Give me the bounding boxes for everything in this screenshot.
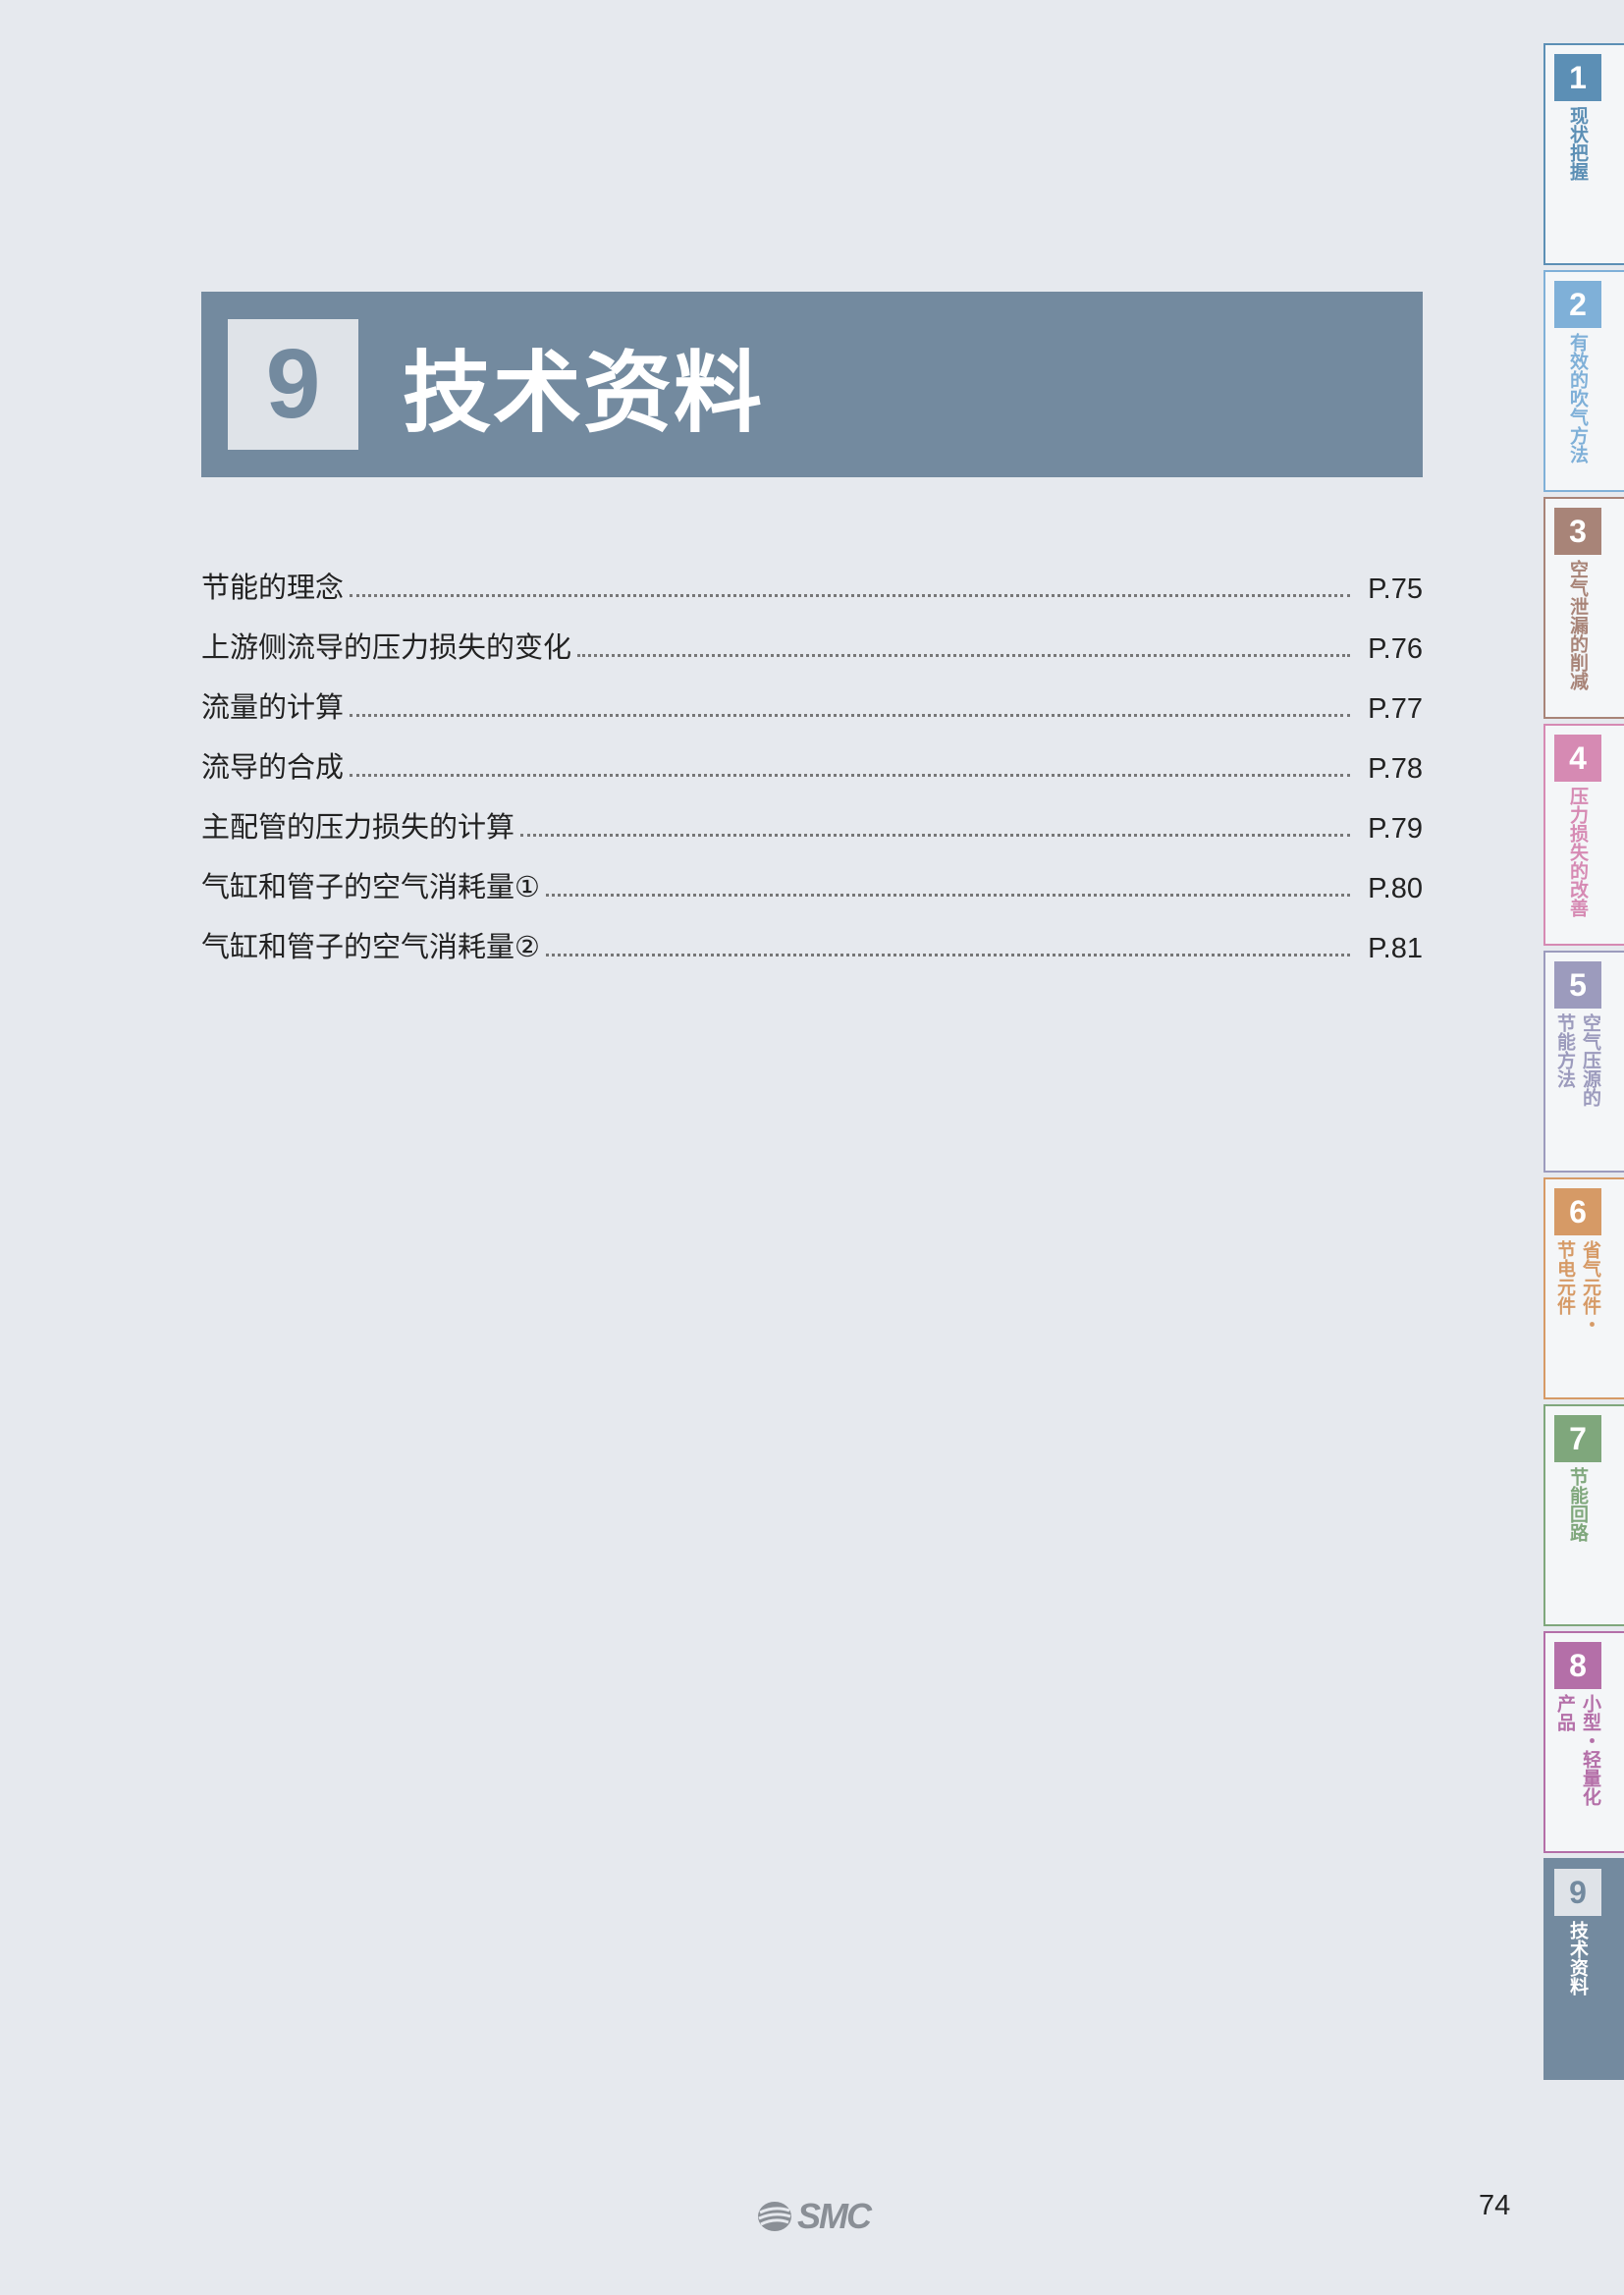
table-of-contents: 节能的理念 P.75 上游侧流导的压力损失的变化 P.76 流量的计算 P.77 流导的合成… <box>201 546 1423 965</box>
side-tab-label-column: 节电元件 <box>1554 1240 1576 1315</box>
side-tab-label-column: 产品 <box>1554 1694 1576 1731</box>
toc-entry-page: P.76 <box>1368 633 1423 665</box>
side-tab-6[interactable]: 6 省气元件・ 节电元件 <box>1543 1177 1624 1399</box>
side-tab-number: 6 <box>1554 1188 1601 1235</box>
toc-entry[interactable]: 流导的合成 P.78 <box>201 726 1423 786</box>
side-tab-7[interactable]: 7 节能回路 <box>1543 1404 1624 1626</box>
side-tab-2[interactable]: 2 有效的吹气方法 <box>1543 270 1624 492</box>
side-tab-label-column: 节能方法 <box>1554 1013 1576 1088</box>
toc-entry-label: 主配管的压力损失的计算 <box>201 810 515 844</box>
side-tab-label-column: 小型・轻量化 <box>1580 1694 1601 1806</box>
toc-entry-label: 流量的计算 <box>201 690 345 724</box>
toc-dot-leader <box>546 954 1351 956</box>
side-tab-4[interactable]: 4 压力损失的改善 <box>1543 724 1624 946</box>
logo-text: SMC <box>797 2196 872 2236</box>
side-tab-label-column: 节能回路 <box>1567 1467 1589 1542</box>
toc-entry-page: P.75 <box>1368 574 1423 605</box>
side-tab-label: 有效的吹气方法 <box>1545 333 1610 464</box>
smc-logo-icon <box>758 2202 791 2231</box>
side-tab-3[interactable]: 3 空气泄漏的削减 <box>1543 497 1624 719</box>
side-tab-label: 节能回路 <box>1545 1467 1610 1542</box>
smc-logo: SMC <box>756 2196 872 2237</box>
toc-entry-page: P.77 <box>1368 693 1423 725</box>
side-tab-label: 空气泄漏的削减 <box>1545 560 1610 690</box>
toc-dot-leader <box>577 654 1351 657</box>
chapter-title: 技术资料 <box>403 341 764 445</box>
toc-dot-leader <box>520 834 1351 837</box>
side-tab-label-column: 空气泄漏的削减 <box>1567 560 1589 690</box>
side-tab-label: 省气元件・ 节电元件 <box>1545 1240 1610 1334</box>
chapter-number: 9 <box>228 319 358 450</box>
toc-entry-label: 上游侧流导的压力损失的变化 <box>201 630 572 664</box>
toc-dot-leader <box>350 714 1351 717</box>
toc-entry-label: 节能的理念 <box>201 571 345 604</box>
side-tab-8[interactable]: 8 小型・轻量化 产品 <box>1543 1631 1624 1853</box>
side-tab-9[interactable]: 9 技术资料 <box>1543 1858 1624 2080</box>
toc-entry-page: P.79 <box>1368 813 1423 845</box>
side-tab-label: 空气压源的 节能方法 <box>1545 1013 1610 1107</box>
side-tab-label: 小型・轻量化 产品 <box>1545 1694 1610 1806</box>
side-tab-number: 4 <box>1554 735 1601 782</box>
side-tab-number: 2 <box>1554 281 1601 328</box>
side-tab-label: 压力损失的改善 <box>1545 787 1610 917</box>
side-tab-5[interactable]: 5 空气压源的 节能方法 <box>1543 951 1624 1173</box>
side-tab-number: 7 <box>1554 1415 1601 1462</box>
side-tab-label: 技术资料 <box>1545 1921 1610 1995</box>
toc-entry[interactable]: 气缸和管子的空气消耗量② P.81 <box>201 905 1423 965</box>
side-tab-label-column: 空气压源的 <box>1580 1013 1601 1107</box>
toc-entry-page: P.78 <box>1368 753 1423 785</box>
toc-entry[interactable]: 上游侧流导的压力损失的变化 P.76 <box>201 606 1423 666</box>
side-tab-number: 1 <box>1554 54 1601 101</box>
toc-dot-leader <box>350 594 1351 597</box>
toc-entry-page: P.81 <box>1368 933 1423 964</box>
toc-entry-label: 流导的合成 <box>201 750 345 784</box>
toc-entry[interactable]: 气缸和管子的空气消耗量① P.80 <box>201 846 1423 905</box>
side-tab-number: 5 <box>1554 961 1601 1009</box>
toc-dot-leader <box>546 894 1351 897</box>
side-tab-number: 8 <box>1554 1642 1601 1689</box>
toc-entry-page: P.80 <box>1368 873 1423 904</box>
side-tab-label-column: 现状把握 <box>1567 106 1589 181</box>
toc-entry[interactable]: 主配管的压力损失的计算 P.79 <box>201 786 1423 846</box>
toc-dot-leader <box>350 774 1351 777</box>
side-tab-label-column: 压力损失的改善 <box>1567 787 1589 917</box>
side-tab-label: 现状把握 <box>1545 106 1610 181</box>
toc-entry-label: 气缸和管子的空气消耗量② <box>201 930 540 963</box>
toc-entry[interactable]: 流量的计算 P.77 <box>201 666 1423 726</box>
side-tab-label-column: 技术资料 <box>1567 1921 1589 1995</box>
toc-entry[interactable]: 节能的理念 P.75 <box>201 546 1423 606</box>
chapter-banner: 9 技术资料 <box>201 292 1423 477</box>
side-tab-label-column: 有效的吹气方法 <box>1567 333 1589 464</box>
page-number: 74 <box>1479 2190 1511 2221</box>
side-tab-number: 9 <box>1554 1869 1601 1916</box>
toc-entry-label: 气缸和管子的空气消耗量① <box>201 870 540 903</box>
side-tab-label-column: 省气元件・ <box>1580 1240 1601 1334</box>
side-tab-number: 3 <box>1554 508 1601 555</box>
side-tab-1[interactable]: 1 现状把握 <box>1543 43 1624 265</box>
